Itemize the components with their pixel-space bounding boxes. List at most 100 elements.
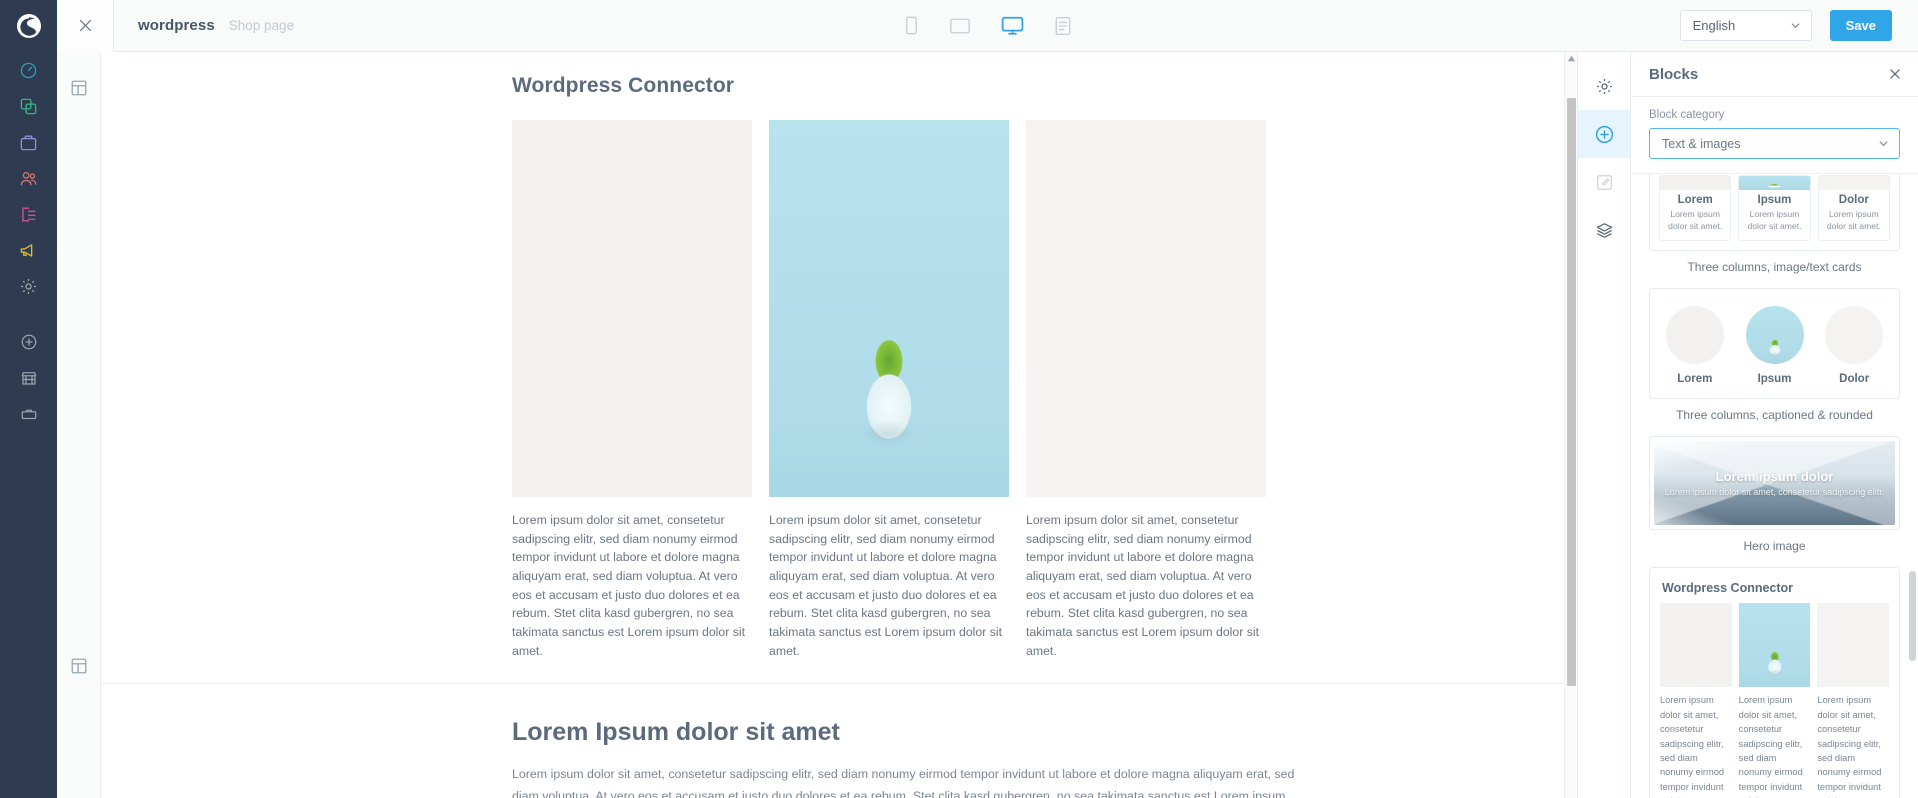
toolbar-right-group: English Save xyxy=(1679,10,1918,41)
card-text: Lorem ipsum dolor sit amet. xyxy=(1668,209,1723,232)
block-preview-hero-image[interactable]: Lorem ipsum dolor Lorem ipsum dolor sit … xyxy=(1649,436,1900,553)
block-card: Ipsum xyxy=(1739,302,1811,385)
tablet-icon xyxy=(949,18,970,33)
tool-settings-button[interactable] xyxy=(1578,62,1631,110)
toolbox-icon xyxy=(21,409,36,420)
canvas-scrollbar-thumb[interactable] xyxy=(1567,98,1576,686)
block-category-select[interactable]: Text & images xyxy=(1649,128,1900,159)
canvas-section-wordpress-connector[interactable]: Wordpress Connector Lorem ipsum dolor si… xyxy=(101,52,1577,683)
tool-add-block-button[interactable] xyxy=(1577,110,1631,158)
blocks-panel-scrollbar[interactable] xyxy=(1909,176,1916,796)
card-title: Dolor xyxy=(1838,194,1869,206)
block-card: Ipsum Lorem ipsum dolor sit amet. xyxy=(1738,175,1811,242)
device-preview-switcher xyxy=(904,16,1072,36)
blocks-panel-scrollbar-thumb[interactable] xyxy=(1909,571,1916,661)
hero-title: Lorem ipsum dolor xyxy=(1715,469,1834,485)
column-image-camera[interactable] xyxy=(512,120,752,497)
shopware-logo-icon xyxy=(16,14,41,38)
sidebar-item-catalogues[interactable] xyxy=(0,88,57,124)
breadcrumb: wordpress Shop page xyxy=(114,17,294,34)
section-heading: Lorem Ipsum dolor sit amet xyxy=(512,717,840,746)
sidebar-item-dashboard[interactable] xyxy=(0,52,57,88)
card-title: Ipsum xyxy=(1757,373,1792,386)
hero-image: Lorem ipsum dolor Lorem ipsum dolor sit … xyxy=(1654,441,1895,526)
card-text: Lorem ipsum dolor sit amet. xyxy=(1747,209,1802,232)
block-caption: Hero image xyxy=(1743,539,1806,554)
copy-layers-icon xyxy=(20,98,37,114)
column-item[interactable]: Lorem ipsum dolor sit amet, consetetur s… xyxy=(1026,120,1266,661)
chevron-down-icon xyxy=(1879,141,1888,147)
block-preview-captioned-rounded[interactable]: Lorem Ipsum Dolor Three columns, caption… xyxy=(1649,288,1900,422)
block-category-field: Block category Text & images xyxy=(1631,97,1918,174)
card-image-sunglasses xyxy=(1825,306,1884,365)
canvas-scrollbar[interactable] xyxy=(1564,52,1577,798)
document-lines-icon xyxy=(22,206,36,222)
block-card: Dolor xyxy=(1818,302,1890,385)
chevron-down-icon xyxy=(1791,23,1800,29)
device-desktop-button[interactable] xyxy=(1001,16,1024,36)
sidebar-item-content[interactable] xyxy=(0,196,57,232)
sidebar-item-extensions[interactable] xyxy=(0,396,57,432)
column-text: Lorem ipsum dolor sit amet, consetetur s… xyxy=(512,513,746,658)
card-text: Lorem ipsum dolor sit amet, consetetur s… xyxy=(1660,695,1725,798)
tool-edit-content-button[interactable] xyxy=(1578,158,1631,206)
sidebar-item-customers[interactable] xyxy=(0,160,57,196)
sidebar-item-orders[interactable] xyxy=(0,124,57,160)
card-image-plant xyxy=(1745,306,1804,365)
column-image-plant[interactable] xyxy=(769,120,1009,497)
sidebar-primary-items xyxy=(0,52,57,304)
close-editor-button[interactable] xyxy=(57,0,114,52)
block-handle-section-2[interactable] xyxy=(57,646,101,686)
column-image-sunglasses[interactable] xyxy=(1026,120,1266,497)
block-caption: Three columns, image/text cards xyxy=(1687,260,1862,275)
mobile-icon xyxy=(905,16,917,35)
language-select[interactable]: English xyxy=(1679,10,1812,41)
close-icon xyxy=(79,19,91,32)
scroll-up-arrow-icon[interactable] xyxy=(1567,54,1576,63)
card-text: Lorem ipsum dolor sit amet. xyxy=(1826,209,1881,232)
sidebar-item-store[interactable] xyxy=(0,360,57,396)
sidebar-item-add-plugin[interactable] xyxy=(0,324,57,360)
gauge-icon xyxy=(20,62,37,78)
app-logo[interactable] xyxy=(0,0,57,52)
block-card: Dolor Lorem ipsum dolor sit amet. xyxy=(1817,175,1890,242)
block-handle-gutter xyxy=(57,52,101,798)
block-card: Lorem xyxy=(1659,302,1731,385)
card-image-camera xyxy=(1665,306,1724,365)
blocks-list[interactable]: Lorem Lorem ipsum dolor sit amet. Ipsum … xyxy=(1631,174,1918,798)
column-item[interactable]: Lorem ipsum dolor sit amet, consetetur s… xyxy=(512,120,752,661)
block-preview-wordpress-connector[interactable]: Wordpress Connector Lorem ipsum dolor si… xyxy=(1649,567,1900,798)
section-paragraph: Lorem ipsum dolor sit amet, consetetur s… xyxy=(512,766,1295,798)
save-button[interactable]: Save xyxy=(1829,10,1892,41)
plus-circle-icon xyxy=(1595,125,1613,143)
hero-subtitle: Lorem ipsum dolor sit amet, consetetur s… xyxy=(1664,487,1885,498)
sidebar-secondary-items xyxy=(0,324,57,432)
block-handle-section-1[interactable] xyxy=(57,68,101,108)
block-preview-image-text-cards[interactable]: Lorem Lorem ipsum dolor sit amet. Ipsum … xyxy=(1649,174,1900,274)
device-tablet-button[interactable] xyxy=(949,17,971,35)
canvas-section-lorem-ipsum[interactable]: Lorem Ipsum dolor sit amet Lorem ipsum d… xyxy=(101,682,1577,798)
block-category-label: Block category xyxy=(1649,109,1725,121)
block-card: Lorem ipsum dolor sit amet, consetetur s… xyxy=(1817,603,1890,798)
sidebar-item-marketing[interactable] xyxy=(0,232,57,268)
column-text: Lorem ipsum dolor sit amet, consetetur s… xyxy=(769,513,1003,658)
card-title: Lorem xyxy=(1677,373,1713,386)
tool-layers-button[interactable] xyxy=(1578,206,1631,254)
column-item[interactable]: Lorem ipsum dolor sit amet, consetetur s… xyxy=(769,120,1009,661)
breadcrumb-root[interactable]: wordpress xyxy=(138,17,215,34)
page-canvas[interactable]: Wordpress Connector Lorem ipsum dolor si… xyxy=(101,52,1577,798)
language-value: English xyxy=(1692,18,1736,33)
megaphone-icon xyxy=(20,243,33,257)
card-image-camera xyxy=(1660,176,1731,190)
layers-icon xyxy=(1596,222,1612,238)
card-title: Dolor xyxy=(1839,373,1870,386)
device-reader-button[interactable] xyxy=(1054,16,1072,36)
left-sidebar xyxy=(0,0,57,798)
blocks-panel-close-button[interactable] xyxy=(1888,67,1902,81)
block-category-value: Text & images xyxy=(1662,136,1741,151)
card-image-camera xyxy=(1660,603,1732,688)
sidebar-item-settings[interactable] xyxy=(0,268,57,304)
device-mobile-button[interactable] xyxy=(904,16,919,35)
block-card: Lorem Lorem ipsum dolor sit amet. xyxy=(1659,175,1732,242)
editor-body: Wordpress Connector Lorem ipsum dolor si… xyxy=(57,52,1918,798)
